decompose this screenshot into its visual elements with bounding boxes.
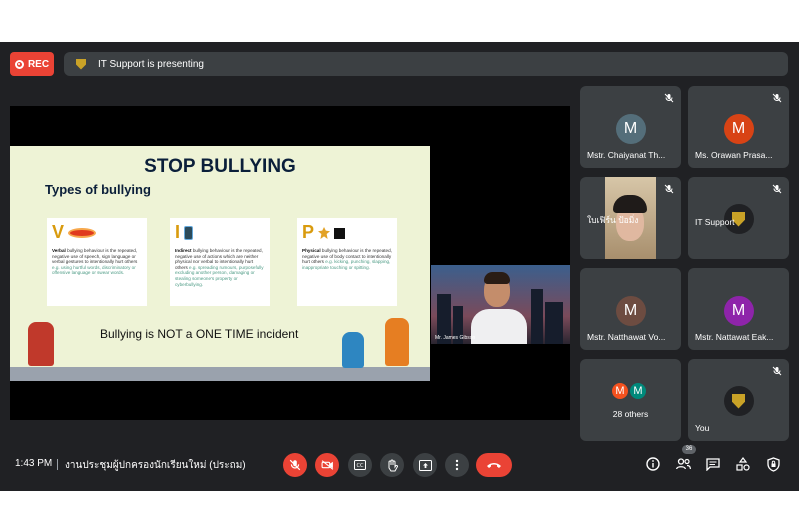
svg-text:CC: CC: [357, 463, 364, 469]
slide-subtitle: Types of bullying: [45, 182, 151, 197]
mic-toggle-button[interactable]: [283, 453, 307, 477]
avatar: M: [610, 381, 630, 401]
school-crest-icon: [732, 393, 745, 409]
activities-button[interactable]: [734, 455, 752, 473]
self-tile[interactable]: You: [688, 359, 789, 441]
card-example: e.g. using hurtful words, discriminatory…: [52, 264, 136, 276]
end-call-icon: [487, 463, 501, 468]
avatar: M: [723, 296, 754, 326]
kid-illustration: [342, 332, 364, 368]
card-physical: P Physical bullying behaviour is the rep…: [297, 218, 397, 306]
mic-off-icon: [289, 459, 301, 471]
captions-icon: CC: [354, 460, 366, 470]
block-icon: [334, 227, 346, 239]
participant-name: Mstr. Nattawat Eak...: [695, 332, 774, 342]
shared-slide: STOP BULLYING Types of bullying V Verbal…: [10, 146, 430, 381]
presenting-text: IT Support is presenting: [98, 58, 204, 70]
chat-button[interactable]: [704, 455, 722, 473]
chat-icon: [706, 457, 720, 471]
recording-label: REC: [27, 58, 50, 70]
avatar: M: [723, 114, 754, 144]
participant-name: Mstr. Natthawat Vo...: [587, 332, 666, 342]
divider: [57, 459, 58, 470]
card-term: Indirect: [175, 248, 192, 253]
participant-tile[interactable]: M Mstr. Natthawat Vo...: [580, 268, 681, 350]
captions-button[interactable]: CC: [348, 453, 372, 477]
activities-icon: [736, 457, 750, 471]
bottom-toolbar: 1:43 PM งานประชุมผู้ปกครองนักเรียนใหม่ (…: [0, 445, 799, 482]
participant-name: Mstr. Chaiyanat Th...: [587, 150, 666, 160]
card-letter: V: [52, 222, 65, 243]
meeting-title: งานประชุมผู้ปกครองนักเรียนใหม่ (ประถม): [65, 460, 246, 471]
presenter-video: Mr. James Gibson: [431, 265, 570, 344]
mic-off-icon: [664, 93, 674, 103]
avatar: M: [615, 296, 646, 326]
card-letter: P: [302, 222, 315, 243]
host-controls-button[interactable]: [764, 455, 782, 473]
participant-name: ใบเฟิร์น ป้อมิ่ง: [587, 215, 639, 225]
lips-icon: [68, 228, 97, 238]
card-term: Verbal: [52, 248, 66, 253]
participant-tile[interactable]: M Ms. Orawan Prasa...: [688, 86, 789, 168]
camera-off-icon: [321, 460, 333, 470]
participant-tile[interactable]: IT Support: [688, 177, 789, 259]
more-icon: [455, 459, 459, 471]
camera-toggle-button[interactable]: [315, 453, 339, 477]
present-button[interactable]: [413, 453, 437, 477]
participant-tile[interactable]: M Mstr. Chaiyanat Th...: [580, 86, 681, 168]
mic-off-icon: [772, 93, 782, 103]
host-controls-icon: [766, 456, 780, 472]
record-icon: [14, 59, 24, 69]
meet-window: REC IT Support is presenting STOP BULLYI…: [0, 42, 799, 491]
others-count: 28 others: [612, 409, 649, 419]
slide-tagline: Bullying is NOT a ONE TIME incident: [100, 327, 299, 341]
participant-name: IT Support: [695, 217, 735, 227]
card-term: Physical: [302, 248, 321, 253]
participant-count-badge: 36: [682, 445, 696, 454]
mic-off-icon: [772, 366, 782, 376]
card-example: e.g. spreading rumours, purposefully exc…: [175, 264, 264, 287]
card-indirect: I Indirect bullying behaviour is the rep…: [170, 218, 270, 306]
school-crest-icon: [76, 58, 86, 70]
school-crest-avatar: [723, 386, 754, 416]
present-icon: [418, 459, 432, 471]
participant-tile[interactable]: M Mstr. Nattawat Eak...: [688, 268, 789, 350]
more-options-button[interactable]: [445, 453, 469, 477]
slide-title: STOP BULLYING: [144, 156, 296, 177]
recording-indicator: REC: [10, 52, 54, 76]
others-tile[interactable]: M M 28 others: [580, 359, 681, 441]
presenting-banner: IT Support is presenting: [64, 52, 788, 76]
participant-name: You: [695, 423, 710, 433]
card-letter: I: [175, 222, 181, 243]
avatar: M: [615, 114, 646, 144]
people-icon: [675, 458, 691, 470]
meeting-info-button[interactable]: [644, 455, 662, 473]
mic-off-icon: [772, 184, 782, 194]
phone-icon: [184, 226, 194, 240]
raise-hand-button[interactable]: [380, 453, 404, 477]
participant-name: Ms. Orawan Prasa...: [695, 150, 773, 160]
clock: 1:43 PM: [15, 458, 53, 469]
participant-tile[interactable]: ใบเฟิร์น ป้อมิ่ง: [580, 177, 681, 259]
mic-off-icon: [664, 184, 674, 194]
kid-illustration: [385, 318, 409, 366]
raise-hand-icon: [388, 459, 398, 471]
end-call-button[interactable]: [476, 453, 512, 477]
avatar: M: [628, 381, 648, 401]
impact-icon: [318, 227, 331, 239]
people-button[interactable]: [674, 455, 692, 473]
presenter-name: Mr. James Gibson: [435, 335, 476, 341]
slide-ground: [10, 367, 430, 381]
kid-illustration: [28, 322, 54, 366]
info-icon: [646, 457, 660, 471]
card-verbal: V Verbal bullying behaviour is the repea…: [47, 218, 147, 306]
